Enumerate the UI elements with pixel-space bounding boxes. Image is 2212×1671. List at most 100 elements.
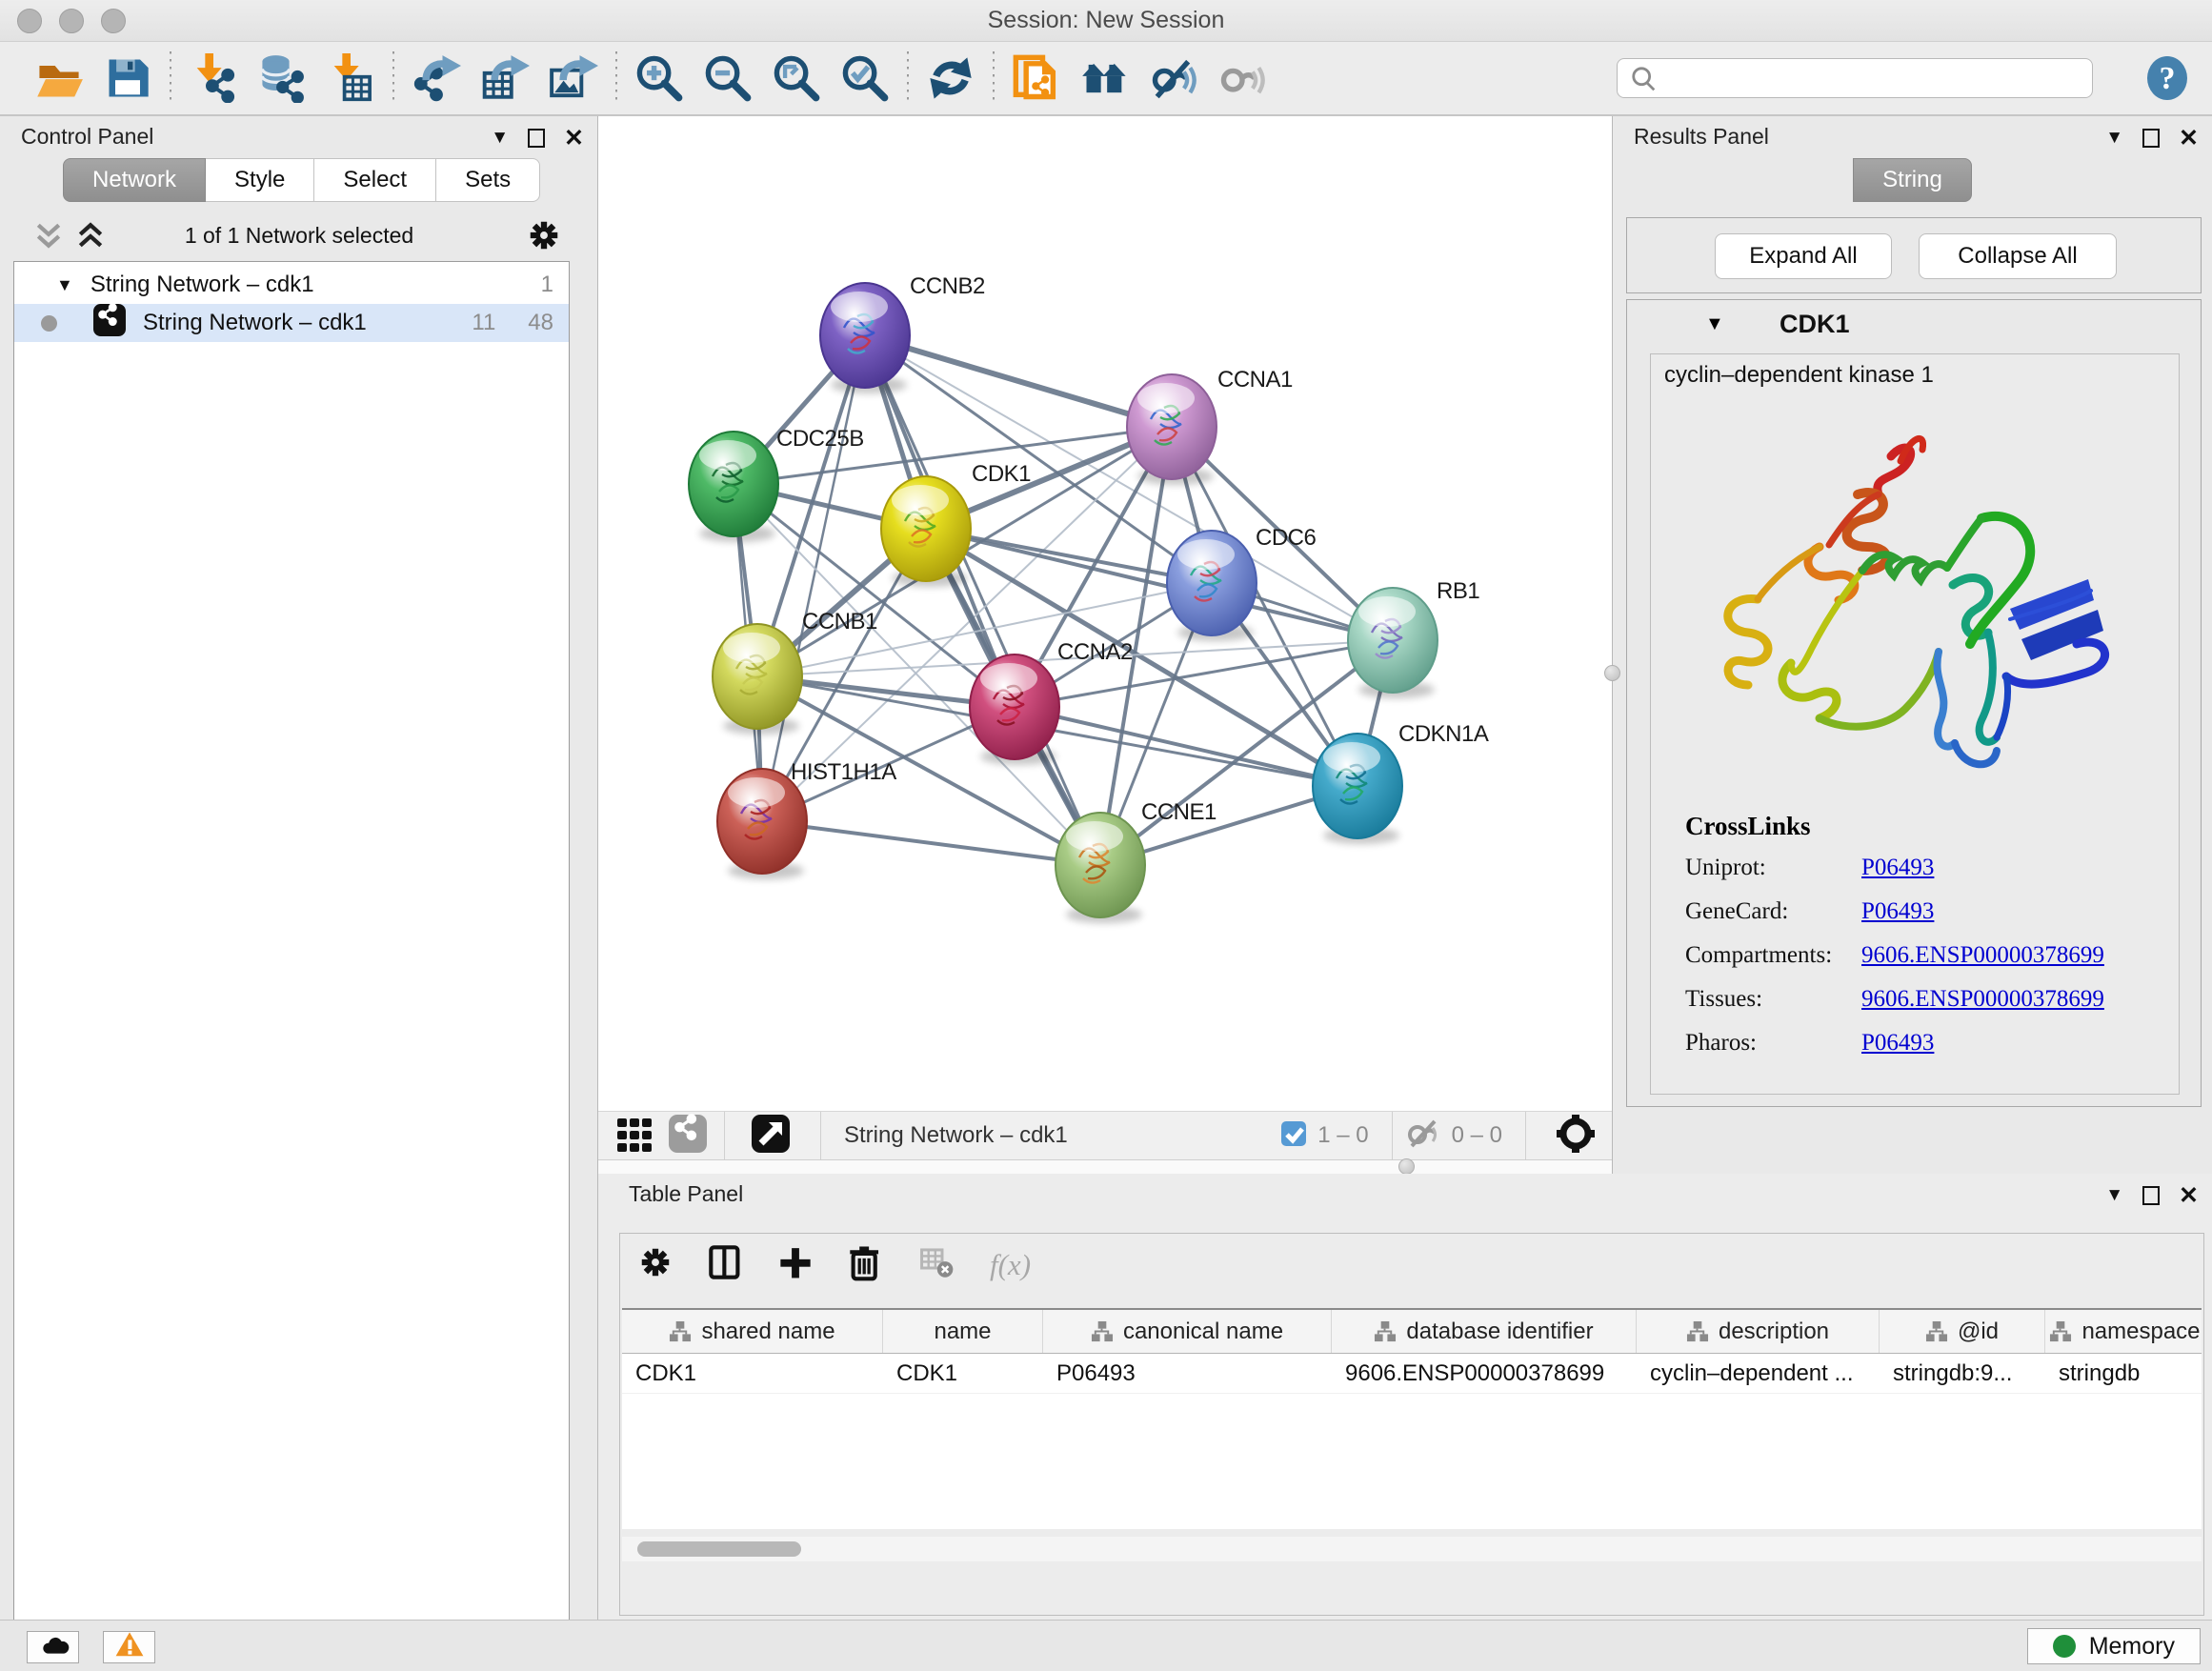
- crosshair-icon-icon: [1555, 1113, 1597, 1155]
- export-table-button[interactable]: [471, 48, 539, 109]
- column-header-sharedname[interactable]: shared name: [622, 1310, 883, 1353]
- column-header-id[interactable]: @id: [1880, 1310, 2045, 1353]
- cell-databaseidentifier[interactable]: 9606.ENSP00000378699: [1332, 1354, 1637, 1393]
- crosslink-link[interactable]: P06493: [1861, 898, 1934, 925]
- divider-handle[interactable]: [1398, 1158, 1415, 1175]
- network-node-hist1h1a[interactable]: HIST1H1A: [717, 759, 896, 879]
- tab-sets[interactable]: Sets: [436, 158, 540, 202]
- string-home-button[interactable]: [1071, 48, 1139, 109]
- network-edge[interactable]: [865, 335, 1100, 865]
- birdseye-icon-icon: [752, 1113, 794, 1155]
- panel-divider-horizontal[interactable]: [598, 1160, 1612, 1174]
- trash-icon[interactable]: [847, 1243, 883, 1286]
- collapse-tree-icon[interactable]: ▼: [56, 275, 73, 295]
- import-table-file-icon: [326, 53, 375, 103]
- table-row[interactable]: CDK1CDK1P064939606.ENSP00000378699cyclin…: [622, 1354, 2202, 1394]
- tree-network-row[interactable]: String Network – cdk1 1148: [14, 304, 569, 342]
- panel-menu-icon[interactable]: ▼: [2105, 1185, 2123, 1206]
- refresh-view-button[interactable]: [916, 48, 985, 109]
- float-panel-icon[interactable]: [2142, 1186, 2160, 1205]
- zoom-fit-button[interactable]: [762, 48, 831, 109]
- hide-graphics-details-button[interactable]: [1139, 48, 1208, 109]
- import-table-file-button[interactable]: [316, 48, 385, 109]
- crosslink-link[interactable]: P06493: [1861, 855, 1934, 881]
- cell-namespace[interactable]: stringdb: [2045, 1354, 2202, 1393]
- network-edge[interactable]: [865, 335, 1172, 427]
- string-import-button[interactable]: [1002, 48, 1071, 109]
- tab-style[interactable]: Style: [206, 158, 314, 202]
- open-session-button[interactable]: [25, 48, 93, 109]
- network-node-cdkn1a[interactable]: CDKN1A: [1313, 721, 1489, 844]
- column-header-namespace[interactable]: namespace: [2045, 1310, 2202, 1353]
- network-selected-status: 1 of 1 Network selected: [0, 223, 598, 249]
- help-button[interactable]: ?: [2145, 56, 2189, 100]
- network-canvas[interactable]: CCNB2 CCNA1 CDC25B CDK1 CDC6 RB1 CCNB1: [598, 116, 1612, 1111]
- import-network-database-button[interactable]: [248, 48, 316, 109]
- delete-table-icon[interactable]: [917, 1244, 955, 1285]
- collapse-entry-icon[interactable]: ▼: [1705, 313, 1724, 335]
- crosshair-icon[interactable]: [1555, 1113, 1597, 1159]
- tab-select[interactable]: Select: [314, 158, 436, 202]
- column-header-canonicalname[interactable]: canonical name: [1043, 1310, 1332, 1353]
- cloud-button[interactable]: [27, 1631, 79, 1663]
- birdseye-icon[interactable]: [752, 1113, 794, 1159]
- show-graphics-details-icon: [1217, 53, 1267, 103]
- share-view-icon[interactable]: [669, 1113, 711, 1159]
- export-image-button[interactable]: [539, 48, 608, 109]
- cell-id[interactable]: stringdb:9...: [1880, 1354, 2045, 1393]
- network-edge[interactable]: [1015, 707, 1357, 786]
- zoom-in-button[interactable]: [625, 48, 694, 109]
- collapse-all-button[interactable]: Collapse All: [1919, 233, 2117, 279]
- column-header-databaseidentifier[interactable]: database identifier: [1332, 1310, 1637, 1353]
- network-node-ccna1[interactable]: CCNA1: [1127, 367, 1293, 485]
- panel-menu-icon[interactable]: ▼: [491, 128, 509, 149]
- org-icon-icon: [1686, 1320, 1709, 1343]
- network-node-cdc25b[interactable]: CDC25B: [689, 426, 864, 542]
- network-node-ccnb2[interactable]: CCNB2: [820, 273, 985, 393]
- divider-handle[interactable]: [1604, 665, 1620, 681]
- crosslink-link[interactable]: 9606.ENSP00000378699: [1861, 942, 2104, 969]
- grid-view-icon-icon: [617, 1115, 655, 1153]
- grid-view-icon[interactable]: [617, 1115, 655, 1158]
- close-panel-icon[interactable]: ✕: [2179, 1181, 2199, 1210]
- column-header-description[interactable]: description: [1637, 1310, 1880, 1353]
- table-horizontal-scrollbar[interactable]: [622, 1537, 2202, 1561]
- cell-canonicalname[interactable]: P06493: [1043, 1354, 1332, 1393]
- expand-all-button[interactable]: Expand All: [1715, 233, 1892, 279]
- tab-string[interactable]: String: [1853, 158, 1972, 202]
- network-edge[interactable]: [762, 335, 865, 821]
- crosslink-link[interactable]: 9606.ENSP00000378699: [1861, 986, 2104, 1013]
- import-network-file-button[interactable]: [179, 48, 248, 109]
- export-network-button[interactable]: [402, 48, 471, 109]
- save-session-button[interactable]: [93, 48, 162, 109]
- function-icon[interactable]: f(x): [990, 1248, 1031, 1282]
- float-panel-icon[interactable]: [528, 129, 545, 148]
- table-gear-icon[interactable]: [637, 1244, 674, 1285]
- network-node-ccne1[interactable]: CCNE1: [1056, 799, 1217, 923]
- panel-menu-icon[interactable]: ▼: [2105, 128, 2123, 149]
- network-edge[interactable]: [762, 821, 1100, 865]
- show-graphics-details-button[interactable]: [1208, 48, 1277, 109]
- float-panel-icon[interactable]: [2142, 129, 2160, 148]
- cell-description[interactable]: cyclin–dependent ...: [1637, 1354, 1880, 1393]
- search-input[interactable]: [1617, 58, 2093, 98]
- node-label: CCNB2: [910, 273, 985, 299]
- close-panel-icon[interactable]: ✕: [2179, 124, 2199, 152]
- network-options-gear-icon[interactable]: [526, 217, 562, 258]
- columns-icon[interactable]: [708, 1244, 744, 1285]
- cell-sharedname[interactable]: CDK1: [622, 1354, 883, 1393]
- zoom-out-button[interactable]: [694, 48, 762, 109]
- zoom-selected-button[interactable]: [831, 48, 899, 109]
- memory-button[interactable]: Memory: [2027, 1628, 2201, 1664]
- cell-name[interactable]: CDK1: [883, 1354, 1043, 1393]
- tab-network[interactable]: Network: [63, 158, 206, 202]
- selected-checkbox-icon[interactable]: [1279, 1119, 1308, 1153]
- close-panel-icon[interactable]: ✕: [564, 124, 584, 152]
- add-icon[interactable]: [778, 1245, 813, 1284]
- network-node-rb1[interactable]: RB1: [1348, 578, 1479, 698]
- column-header-name[interactable]: name: [883, 1310, 1043, 1353]
- crosslink-link[interactable]: P06493: [1861, 1030, 1934, 1057]
- warnings-button[interactable]: [103, 1631, 155, 1663]
- scrollbar-thumb[interactable]: [637, 1541, 801, 1557]
- tree-root-row[interactable]: ▼ String Network – cdk1 1: [14, 266, 569, 304]
